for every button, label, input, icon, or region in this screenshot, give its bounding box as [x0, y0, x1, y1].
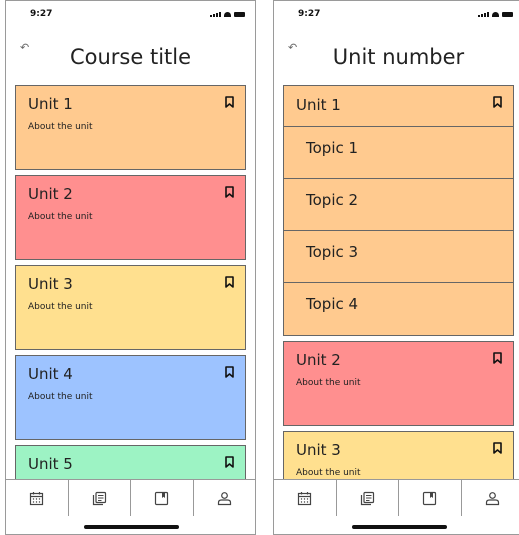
notes-icon [92, 491, 106, 505]
notes-icon [360, 491, 374, 505]
bookmark-box-icon [155, 491, 169, 505]
bookmark-icon[interactable] [225, 456, 234, 468]
unit-name: Unit 2 [296, 351, 341, 369]
signal-icon [210, 12, 221, 17]
unit-name: Unit 5 [28, 455, 73, 473]
tab-profile[interactable] [194, 480, 256, 516]
unit-about: About the unit [28, 392, 93, 402]
profile-icon [217, 491, 231, 505]
unit-card-5[interactable]: Unit 5 [15, 445, 246, 479]
page-title: Unit number [332, 45, 465, 69]
status-icons [210, 12, 245, 17]
bookmark-box-icon [423, 491, 437, 505]
topic-label: Topic 1 [306, 139, 359, 157]
profile-icon [485, 491, 499, 505]
unit-card-1[interactable]: Unit 1 About the unit [15, 85, 246, 170]
signal-icon [478, 12, 489, 17]
bookmark-icon[interactable] [225, 366, 234, 378]
tab-bookmarks[interactable] [399, 480, 462, 516]
status-icons [478, 12, 513, 17]
tab-bookmarks[interactable] [131, 480, 194, 516]
expanded-unit-header[interactable]: Unit 1 [284, 86, 513, 127]
page-title: Course title [69, 45, 192, 69]
tab-calendar[interactable] [274, 480, 337, 516]
bookmark-icon[interactable] [493, 96, 502, 108]
unit-about: About the unit [28, 212, 93, 222]
topic-label: Topic 4 [306, 295, 359, 313]
battery-icon [502, 12, 513, 17]
tab-calendar[interactable] [6, 480, 69, 516]
unit-name: Unit 1 [28, 95, 73, 113]
unit-about: About the unit [28, 302, 93, 312]
unit-card-4[interactable]: Unit 4 About the unit [15, 355, 246, 440]
unit-screen: 9:27 ↶ Unit number Unit 1 Topic 1 Topic … [273, 0, 519, 535]
unit-card-2[interactable]: Unit 2 About the unit [283, 341, 514, 426]
unit-about: About the unit [28, 122, 93, 132]
tab-notes[interactable] [337, 480, 399, 516]
unit-name: Unit 3 [296, 441, 341, 459]
unit-about: About the unit [296, 468, 361, 478]
unit-card-2[interactable]: Unit 2 About the unit [15, 175, 246, 260]
bookmark-icon[interactable] [225, 186, 234, 198]
topic-label: Topic 2 [306, 191, 359, 209]
unit-list: Unit 1 Topic 1 Topic 2 Topic 3 Topic 4 U… [283, 85, 514, 479]
unit-name: Unit 1 [296, 96, 341, 114]
bookmark-icon[interactable] [225, 276, 234, 288]
topic-item-3[interactable]: Topic 3 [284, 231, 513, 283]
course-screen: 9:27 ↶ Course title Unit 1 About the uni… [5, 0, 256, 535]
unit-name: Unit 4 [28, 365, 73, 383]
topic-label: Topic 3 [306, 243, 359, 261]
tab-notes[interactable] [69, 480, 131, 516]
unit-name: Unit 3 [28, 275, 73, 293]
status-time: 9:27 [298, 9, 321, 19]
unit-about: About the unit [296, 378, 361, 388]
topic-item-4[interactable]: Topic 4 [284, 283, 513, 335]
unit-card-3[interactable]: Unit 3 About the unit [15, 265, 246, 350]
wifi-icon [224, 12, 231, 17]
expanded-unit: Unit 1 Topic 1 Topic 2 Topic 3 Topic 4 [283, 85, 514, 336]
status-bar: 9:27 [274, 1, 519, 27]
calendar-icon [298, 491, 312, 505]
home-indicator[interactable] [351, 525, 447, 529]
home-indicator[interactable] [83, 525, 179, 529]
wifi-icon [492, 12, 499, 17]
bookmark-icon[interactable] [225, 96, 234, 108]
tab-bar [6, 479, 255, 516]
tab-bar [274, 479, 519, 516]
unit-list: Unit 1 About the unit Unit 2 About the u… [15, 85, 246, 479]
bookmark-icon[interactable] [493, 352, 502, 364]
tab-profile[interactable] [462, 480, 519, 516]
topic-item-1[interactable]: Topic 1 [284, 127, 513, 179]
bookmark-icon[interactable] [493, 442, 502, 454]
status-bar: 9:27 [6, 1, 255, 27]
status-time: 9:27 [30, 9, 53, 19]
calendar-icon [30, 491, 44, 505]
topic-item-2[interactable]: Topic 2 [284, 179, 513, 231]
battery-icon [234, 12, 245, 17]
unit-name: Unit 2 [28, 185, 73, 203]
unit-card-3[interactable]: Unit 3 About the unit [283, 431, 514, 479]
